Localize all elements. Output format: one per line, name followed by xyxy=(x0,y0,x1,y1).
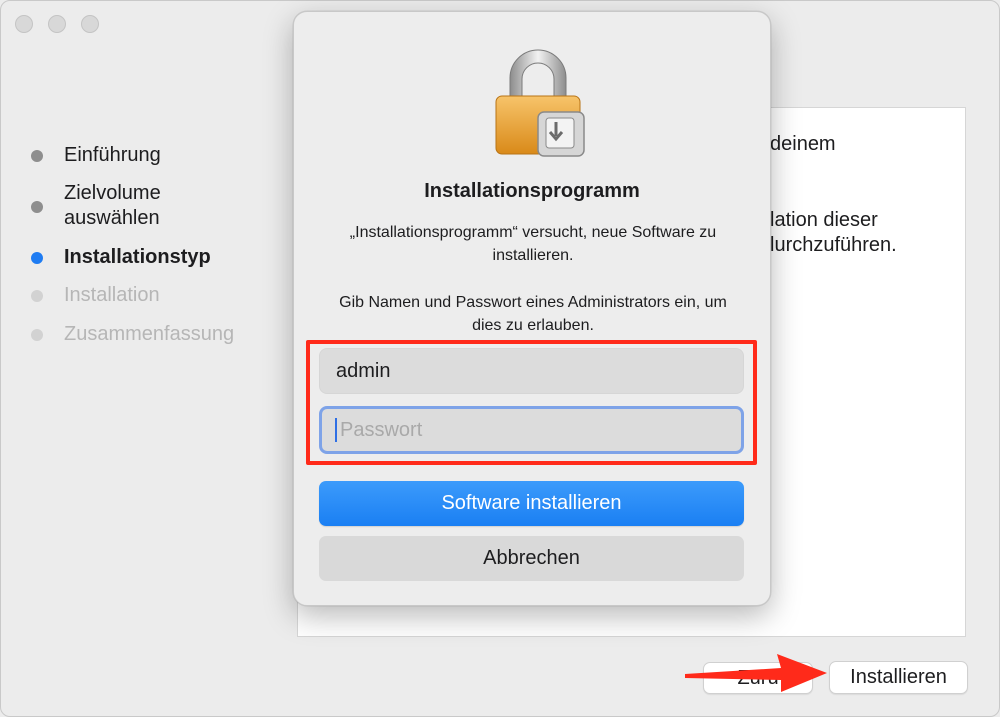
dialog-title: Installationsprogramm xyxy=(424,180,640,202)
step-dot xyxy=(31,150,43,162)
pane-text-line: lation dieser xyxy=(770,209,878,231)
red-arrow-icon xyxy=(685,654,827,692)
step-summary: Zusammenfassung xyxy=(31,322,234,347)
step-label: Installationstyp xyxy=(64,246,211,268)
step-label: Zusammenfassung xyxy=(64,323,235,345)
lock-icon xyxy=(495,49,585,157)
step-label: Einführung xyxy=(64,144,161,166)
step-dot xyxy=(31,329,43,341)
pane-text-line: lurchzuführen. xyxy=(770,234,897,256)
step-dot xyxy=(31,201,43,213)
software-install-button-label: Software installieren xyxy=(441,492,622,514)
cancel-button[interactable]: Abbrechen xyxy=(319,536,744,581)
credentials-highlight-box xyxy=(306,340,757,465)
zoom-window-button[interactable] xyxy=(81,15,99,33)
step-destination: Zielvolume auswählen xyxy=(31,181,224,231)
cancel-button-label: Abbrechen xyxy=(483,547,580,569)
pane-text-line: deinem xyxy=(770,133,836,155)
step-installation: Installation xyxy=(31,283,160,308)
authentication-dialog: Installationsprogramm „Installationsprog… xyxy=(293,11,771,606)
step-dot xyxy=(31,290,43,302)
close-window-button[interactable] xyxy=(15,15,33,33)
step-dot-active xyxy=(31,252,43,264)
dialog-message: „Installationsprogramm“ versucht, neue S… xyxy=(349,224,717,264)
install-button[interactable]: Installieren xyxy=(829,661,968,694)
step-label: Installation xyxy=(64,284,160,306)
step-introduction: Einführung xyxy=(31,143,161,168)
install-button-label: Installieren xyxy=(850,666,947,688)
software-install-button[interactable]: Software installieren xyxy=(319,481,744,526)
step-label: Zielvolume auswählen xyxy=(64,182,161,229)
dialog-prompt: Gib Namen und Passwort eines Administrat… xyxy=(339,294,727,334)
step-installation-type: Installationstyp xyxy=(31,245,211,270)
minimize-window-button[interactable] xyxy=(48,15,66,33)
